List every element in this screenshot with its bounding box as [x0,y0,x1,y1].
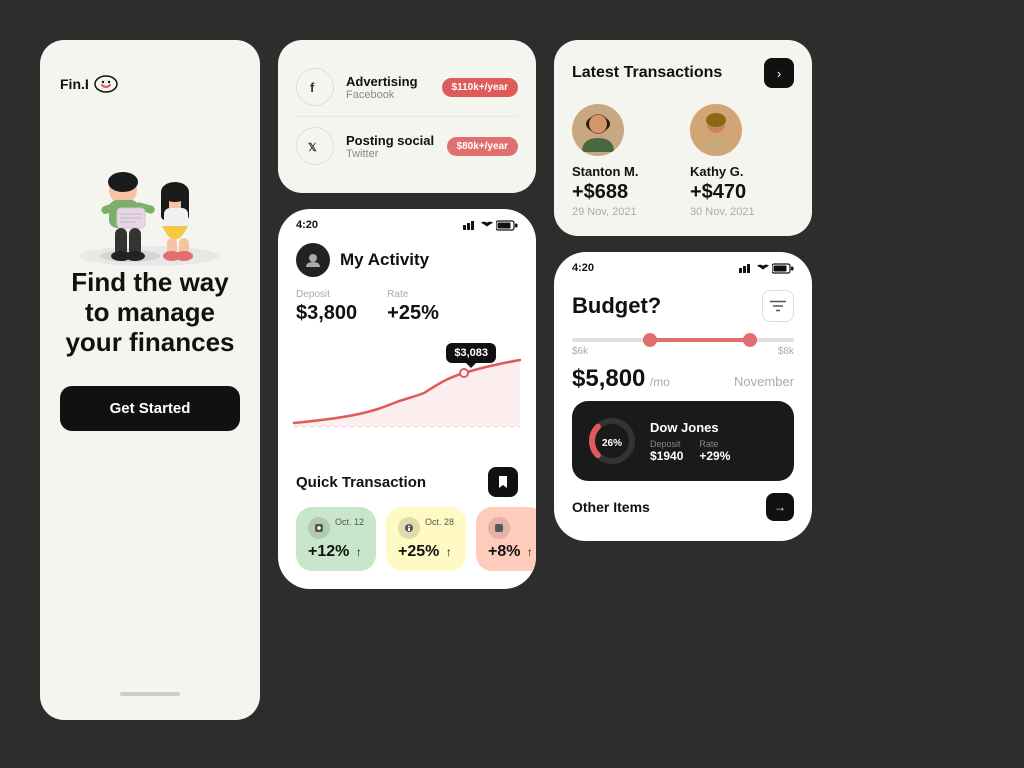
activity-header: My Activity [278,235,536,289]
facebook-icon: f [296,68,334,106]
twitter-badge: $80k+/year [447,137,518,156]
filter-button[interactable] [762,290,794,322]
activity-chart: $3,083 [278,335,536,455]
logo: Fin.Bank [60,70,118,98]
transactions-title: Latest Transactions [572,64,722,82]
budget-amount-row: $5,800 /mo November [572,365,794,393]
budget-title-row: Budget? [572,278,794,332]
transactions-arrow-button[interactable]: › [764,58,794,88]
slider-thumb-right[interactable] [743,333,757,347]
hero-illustration [65,108,235,268]
social-item-twitter: 𝕏 Posting social Twitter $80k+/year [296,116,518,175]
social-card: f Advertising Facebook $110k+/year 𝕏 Pos… [278,40,536,193]
budget-title: Budget? [572,293,661,319]
activity-stats: Deposit $3,800 Rate +25% [278,289,536,335]
avatar-kathy [690,104,742,156]
svg-text:f: f [310,80,315,95]
dow-jones-card: 26% Dow Jones Deposit $1940 Rate [572,401,794,481]
hero-headline: Find the way to manage your finances [60,268,240,358]
right-column: Latest Transactions › Stant [554,40,812,541]
slider-labels: $6k $8k [572,346,794,357]
activity-card: 4:20 My Activity Deposit $3,800 [278,209,536,589]
facebook-badge: $110k+/year [442,78,518,97]
transactions-card: Latest Transactions › Stant [554,40,812,236]
tx-icon-1 [308,517,330,539]
status-icons-activity [463,220,518,231]
status-time-budget: 4:20 [572,262,594,274]
logo-smiley-icon [94,74,118,94]
dj-info: Dow Jones Deposit $1940 Rate +29% [650,420,780,463]
activity-avatar [296,243,330,277]
transactions-people: Stanton M. +$688 29 Nov, 2021 Kathy [572,104,794,218]
budget-card: 4:20 Budget? [554,252,812,541]
avatar-stanton [572,104,624,156]
social-info-facebook: Advertising Facebook [346,74,430,101]
status-bar-budget: 4:20 [554,252,812,278]
social-info-twitter: Posting social Twitter [346,133,435,160]
budget-body: Budget? $6k $8k $5,800 [554,278,812,541]
rate-stat: Rate +25% [387,289,439,325]
svg-text:𝕏: 𝕏 [308,142,317,154]
other-items-arrow-button[interactable]: → [766,493,794,521]
deposit-stat: Deposit $3,800 [296,289,357,325]
other-items-header: Other Items → [572,491,794,527]
status-bar-activity: 4:20 [278,209,536,235]
activity-title: My Activity [340,250,429,270]
bookmark-button[interactable] [488,467,518,497]
chart-tooltip: $3,083 [446,343,496,363]
quick-tx-title: Quick Transaction [296,474,426,491]
transaction-person-1: Stanton M. +$688 29 Nov, 2021 [572,104,676,218]
svg-text:Fin.Bank: Fin.Bank [60,76,88,92]
transaction-person-2: Kathy G. +$470 30 Nov, 2021 [690,104,794,218]
twitter-icon: 𝕏 [296,127,334,165]
svg-text:26%: 26% [602,438,622,449]
home-indicator [120,692,180,696]
quick-tx-header: Quick Transaction [278,455,536,507]
transaction-cards-row: Oct. 12 +12% ↑ Oct. 28 +25% ↑ [278,507,536,589]
slider-thumb-left[interactable] [643,333,657,347]
dj-donut-chart: 26% [586,415,638,467]
tx-icon-2 [398,517,420,539]
tx-card-2: Oct. 28 +25% ↑ [386,507,466,571]
tx-card-3: +8% ↑ [476,507,536,571]
status-time-activity: 4:20 [296,219,318,231]
social-item-facebook: f Advertising Facebook $110k+/year [296,58,518,116]
middle-column: f Advertising Facebook $110k+/year 𝕏 Pos… [278,40,536,589]
other-items-title: Other Items [572,499,650,515]
tx-icon-3 [488,517,510,539]
budget-slider[interactable] [572,338,794,342]
get-started-button[interactable]: Get Started [60,386,240,431]
tx-card-1: Oct. 12 +12% ↑ [296,507,376,571]
hero-card: Fin.Bank [40,40,260,720]
slider-fill [650,338,750,342]
transactions-header: Latest Transactions › [572,58,794,88]
